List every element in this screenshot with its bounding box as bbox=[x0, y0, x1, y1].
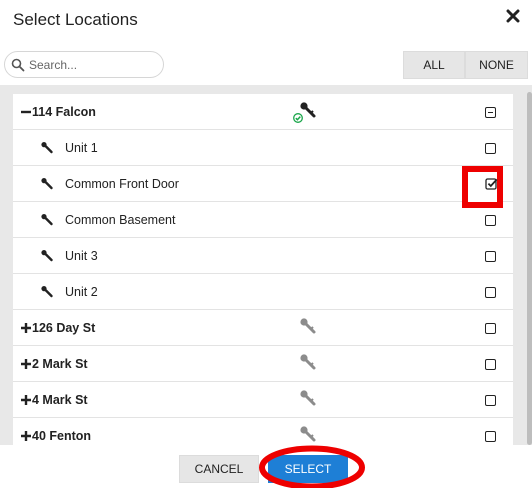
dialog-footer: CANCEL SELECT bbox=[0, 445, 532, 488]
checked-checkbox[interactable] bbox=[485, 177, 498, 190]
location-checkbox[interactable] bbox=[485, 323, 496, 334]
location-row-114-falcon[interactable]: 114 Falcon bbox=[13, 94, 513, 130]
key-icon bbox=[40, 141, 54, 155]
location-row-2-mark-st[interactable]: 2 Mark St bbox=[13, 346, 513, 382]
location-label: Unit 1 bbox=[65, 141, 98, 155]
key-icon bbox=[40, 177, 54, 191]
locations-panel: 114 Falcon Unit 1 Common Front Door Comm… bbox=[0, 85, 532, 445]
location-row-unit-3[interactable]: Unit 3 bbox=[13, 238, 513, 274]
scrollbar[interactable] bbox=[527, 92, 532, 445]
partial-checkbox[interactable] bbox=[485, 107, 496, 118]
key-icon bbox=[298, 425, 318, 445]
search-icon bbox=[11, 58, 25, 72]
location-label: Common Front Door bbox=[65, 177, 179, 191]
location-checkbox[interactable] bbox=[485, 395, 496, 406]
search-input[interactable] bbox=[29, 55, 159, 74]
dialog-title: Select Locations bbox=[13, 10, 138, 29]
location-checkbox[interactable] bbox=[485, 359, 496, 370]
location-checkbox[interactable] bbox=[485, 251, 496, 262]
search-box bbox=[4, 51, 164, 78]
key-icon bbox=[40, 213, 54, 227]
location-label: Common Basement bbox=[65, 213, 176, 227]
locations-list: 114 Falcon Unit 1 Common Front Door Comm… bbox=[13, 94, 513, 445]
location-label: 126 Day St bbox=[32, 321, 96, 335]
location-row-common-basement[interactable]: Common Basement bbox=[13, 202, 513, 238]
location-row-unit-2[interactable]: Unit 2 bbox=[13, 274, 513, 310]
location-row-126-day-st[interactable]: 126 Day St bbox=[13, 310, 513, 346]
location-row-unit-1[interactable]: Unit 1 bbox=[13, 130, 513, 166]
select-button[interactable]: SELECT bbox=[268, 455, 348, 483]
cancel-button[interactable]: CANCEL bbox=[179, 455, 259, 483]
dialog-header: Select Locations bbox=[0, 0, 532, 44]
location-row-4-mark-st[interactable]: 4 Mark St bbox=[13, 382, 513, 418]
location-label: 40 Fenton bbox=[32, 429, 92, 443]
location-label: 4 Mark St bbox=[32, 393, 88, 407]
location-label: 114 Falcon bbox=[32, 105, 96, 119]
location-row-common-front-door[interactable]: Common Front Door bbox=[13, 166, 513, 208]
location-row-40-fenton[interactable]: 40 Fenton bbox=[13, 418, 513, 445]
scrollbar-thumb[interactable] bbox=[527, 92, 532, 445]
location-label: 2 Mark St bbox=[32, 357, 88, 371]
key-icon bbox=[40, 249, 54, 263]
expand-icon[interactable] bbox=[20, 357, 32, 369]
location-label: Unit 3 bbox=[65, 249, 98, 263]
close-icon[interactable] bbox=[503, 6, 523, 26]
expand-icon[interactable] bbox=[20, 429, 32, 441]
location-checkbox[interactable] bbox=[485, 431, 496, 442]
location-checkbox[interactable] bbox=[485, 143, 496, 154]
location-checkbox[interactable] bbox=[485, 215, 496, 226]
select-none-button[interactable]: NONE bbox=[465, 51, 528, 79]
key-icon bbox=[298, 317, 318, 337]
expand-icon[interactable] bbox=[20, 393, 32, 405]
expand-icon[interactable] bbox=[20, 321, 32, 333]
select-all-button[interactable]: ALL bbox=[403, 51, 465, 79]
key-icon bbox=[298, 353, 318, 373]
location-checkbox[interactable] bbox=[485, 287, 496, 298]
location-label: Unit 2 bbox=[65, 285, 98, 299]
collapse-icon[interactable] bbox=[20, 105, 32, 117]
online-status-icon bbox=[293, 110, 303, 123]
key-icon bbox=[40, 285, 54, 299]
key-icon bbox=[298, 389, 318, 409]
